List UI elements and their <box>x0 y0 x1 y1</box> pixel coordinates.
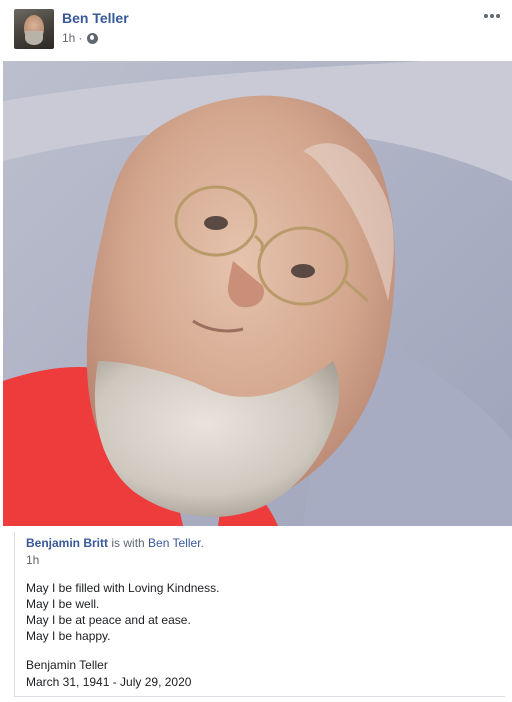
author-avatar[interactable] <box>14 9 54 49</box>
caption-time[interactable]: 1h <box>26 553 39 567</box>
post-photo[interactable] <box>3 61 512 526</box>
post-meta: 1h · <box>62 31 99 45</box>
author-name-link[interactable]: Ben Teller <box>62 10 129 26</box>
caption-line: May I be at peace and at ease. <box>26 613 191 627</box>
caption-body: May I be filled with Loving Kindness. Ma… <box>26 580 219 644</box>
signature-block: Benjamin Teller March 31, 1941 - July 29… <box>26 657 191 691</box>
left-eye <box>204 216 228 230</box>
photo-illustration <box>3 61 512 526</box>
dot <box>490 14 494 18</box>
signature-name: Benjamin Teller <box>26 658 108 672</box>
with-period: . <box>200 536 204 550</box>
meta-separator: · <box>78 31 83 45</box>
caption-line: May I be well. <box>26 597 100 611</box>
with-text: is with <box>111 536 145 550</box>
caption-line: May I be filled with Loving Kindness. <box>26 581 220 595</box>
post-timestamp[interactable]: 1h <box>62 31 75 45</box>
more-options-icon[interactable] <box>480 6 504 26</box>
caption-card: Benjamin Britt is with Ben Teller. 1h Ma… <box>14 532 505 697</box>
actor-link[interactable]: Benjamin Britt <box>26 536 108 550</box>
with-line: Benjamin Britt is with Ben Teller. <box>26 536 204 550</box>
dot <box>484 14 488 18</box>
globe-icon[interactable] <box>87 32 99 44</box>
dot <box>496 14 500 18</box>
avatar-beard <box>25 31 43 45</box>
tagged-link[interactable]: Ben Teller <box>148 536 200 550</box>
caption-line: May I be happy. <box>26 629 111 643</box>
signature-dates: March 31, 1941 - July 29, 2020 <box>26 675 192 689</box>
right-eye <box>291 264 315 278</box>
post-header: Ben Teller 1h · <box>0 0 512 60</box>
